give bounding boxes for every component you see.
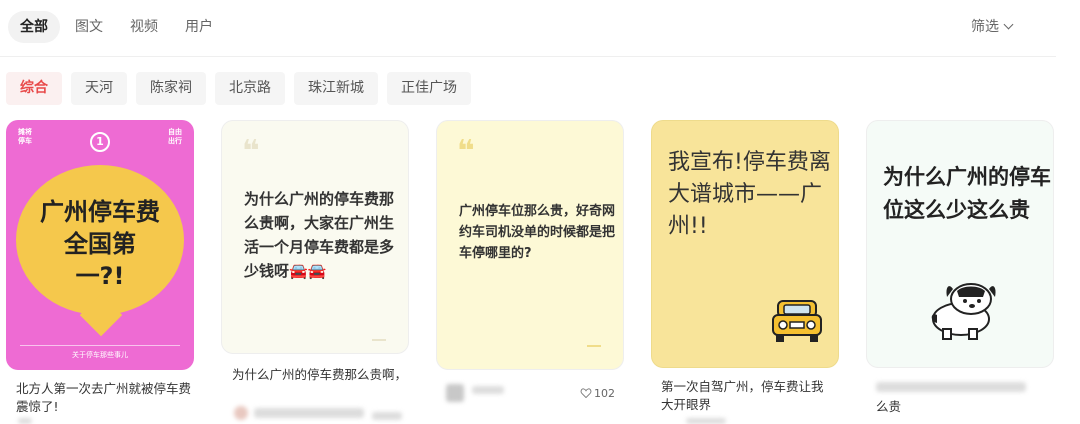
poster-dash	[372, 339, 386, 341]
poster-divider	[20, 345, 180, 346]
chip-tianhe[interactable]: 天河	[71, 72, 127, 105]
like-count[interactable]	[372, 412, 402, 420]
chip-beijing-road[interactable]: 北京路	[215, 72, 285, 105]
tab-image-text[interactable]: 图文	[63, 11, 115, 43]
tab-users[interactable]: 用户	[173, 11, 225, 43]
note-card-5[interactable]: 为什么广州的停车位这么少这么贵	[866, 120, 1054, 368]
tab-all[interactable]: 全部	[8, 11, 60, 43]
search-results-page: 全部 图文 视频 用户 筛选 综合 天河 陈家祠 北京路 珠江新城 正佳广场 摊…	[0, 0, 1080, 424]
note-title-1[interactable]: 北方人第一次去广州就被停车费震惊了!	[16, 380, 191, 416]
poster-text: 为什么广州的停车费那么贵啊，大家在广州生活一个月停车费都是多少钱呀🚘🚘	[244, 190, 395, 280]
poster-headline: 广州停车费全国第一?!	[40, 198, 160, 290]
top-tab-bar: 全部 图文 视频 用户 筛选	[0, 0, 1056, 57]
note-title-4[interactable]: 第一次自驾广州，停车费让我大开眼界	[661, 378, 831, 414]
note-title-2[interactable]: 为什么广州的停车费那么贵啊，	[232, 366, 407, 384]
poster-text: 为什么广州的停车位这么少这么贵	[883, 165, 1051, 222]
poster-footer: 关于停车那些事儿	[72, 351, 128, 359]
chip-all[interactable]: 综合	[6, 72, 62, 105]
chip-chenjiaci[interactable]: 陈家祠	[136, 72, 206, 105]
note-card-4[interactable]: 我宣布!停车费离大谱城市——广州!!	[651, 120, 839, 368]
chevron-down-icon	[1003, 19, 1014, 30]
note-card-3[interactable]: ❝ 广州停车位那么贵，好奇网约车司机没单的时候都是把车停哪里的?	[436, 120, 624, 370]
poster-dash	[587, 345, 601, 347]
chip-grandview-mall[interactable]: 正佳广场	[387, 72, 471, 105]
like-button[interactable]: 102	[580, 386, 615, 402]
chip-zhujiang-newtown[interactable]: 珠江新城	[294, 72, 378, 105]
note-card-2[interactable]: ❝ 为什么广州的停车费那么贵啊，大家在广州生活一个月停车费都是多少钱呀🚘🚘	[221, 120, 409, 354]
poster-top-right-text: 自由出行	[168, 128, 182, 145]
note-title-5[interactable]: 么贵	[876, 398, 936, 416]
dog-icon	[931, 283, 996, 340]
author-avatar[interactable]	[234, 406, 248, 420]
author-avatar[interactable]	[18, 418, 32, 424]
quote-mark-icon: ❝	[242, 134, 260, 169]
filter-label: 筛选	[971, 19, 999, 35]
car-icon	[772, 300, 822, 342]
author-name[interactable]	[472, 386, 504, 394]
poster-top-left-text: 摊将停车	[18, 128, 32, 145]
poster-text: 广州停车位那么贵，好奇网约车司机没单的时候都是把车停哪里的?	[459, 204, 616, 261]
note-card-1[interactable]: 摊将停车 自由出行 1 广州停车费全国第一?! 关于停车那些事儿	[6, 120, 194, 370]
author-name[interactable]	[254, 408, 364, 418]
quote-mark-icon: ❝	[457, 134, 475, 169]
poster-number-badge: 1	[90, 132, 110, 152]
heart-icon	[580, 388, 592, 398]
author-name[interactable]	[686, 418, 726, 424]
filter-button[interactable]: 筛选	[971, 16, 1014, 38]
poster-text: 我宣布!停车费离大谱城市——广州!!	[668, 150, 831, 239]
note-title-5-hidden[interactable]	[876, 382, 1026, 392]
tab-video[interactable]: 视频	[118, 11, 170, 43]
like-count: 102	[594, 387, 615, 400]
author-avatar[interactable]	[446, 384, 464, 402]
